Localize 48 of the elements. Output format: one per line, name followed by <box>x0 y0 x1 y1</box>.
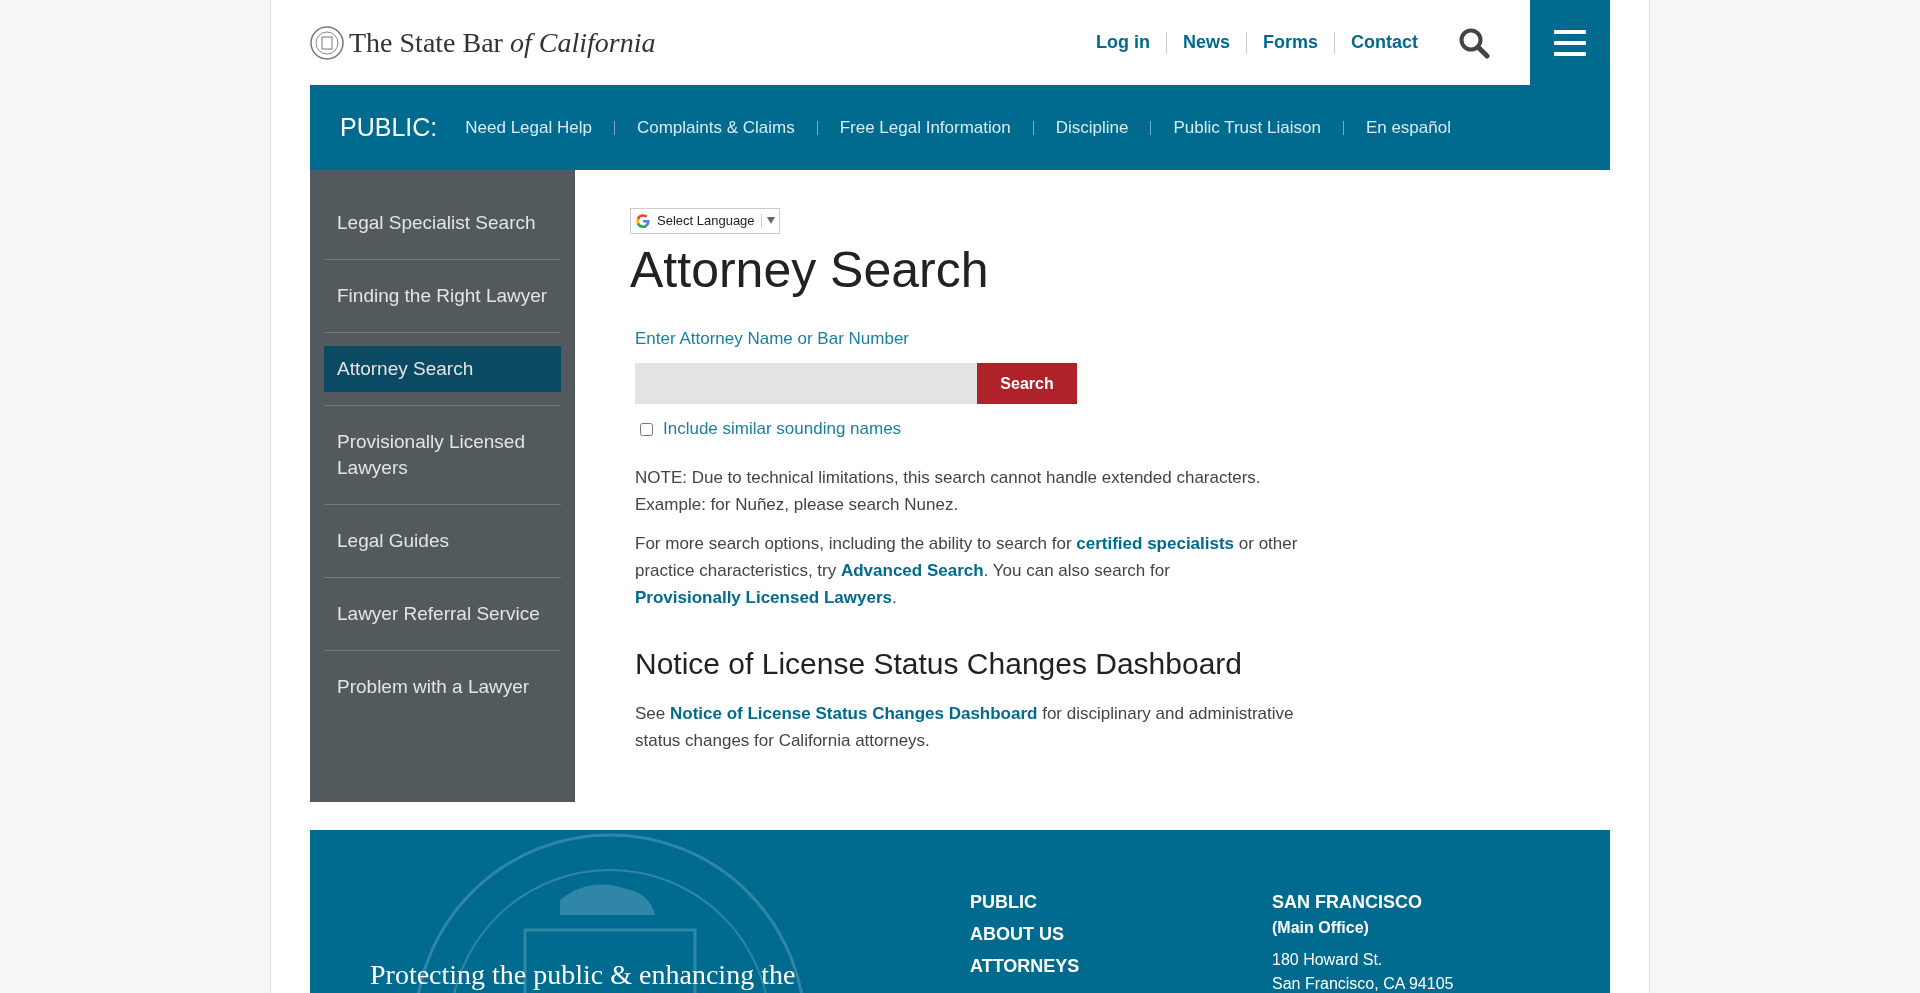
text-link[interactable]: certified specialists <box>1076 533 1235 553</box>
dropdown-caret-icon <box>766 217 775 225</box>
category-link[interactable]: Need Legal Help <box>465 114 592 141</box>
sidebar-item[interactable]: Attorney Search <box>324 346 561 392</box>
category-link[interactable]: Complaints & Claims <box>636 114 795 141</box>
footer-tagline: Protecting the public & enhancing the <box>370 959 796 991</box>
footer-link[interactable]: ABOUT US <box>970 924 1272 944</box>
category-link[interactable]: En español <box>1365 114 1451 141</box>
category-link[interactable]: Free Legal Information <box>839 114 1011 141</box>
menu-icon <box>1554 29 1586 56</box>
language-selector[interactable]: Select Language <box>630 208 780 234</box>
text-link[interactable]: Notice of License Status Changes Dashboard <box>670 703 1038 723</box>
category-link[interactable]: Public Trust Liaison <box>1173 114 1321 141</box>
google-icon <box>635 212 651 229</box>
footer-link[interactable]: PUBLIC <box>970 892 1272 912</box>
sidebar-item[interactable]: Problem with a Lawyer <box>324 664 561 710</box>
office-city: SAN FRANCISCO <box>1272 892 1423 912</box>
text-link[interactable]: Advanced Search <box>840 560 984 580</box>
footer-link[interactable]: ATTORNEYS <box>970 956 1272 976</box>
search-icon[interactable] <box>1458 26 1490 59</box>
office-address: San Francisco, CA 94105 <box>1272 974 1454 993</box>
text-link[interactable]: Provisionally Licensed Lawyers <box>635 587 892 607</box>
sidebar-item[interactable]: Lawyer Referral Service <box>324 591 561 637</box>
sidebar-item[interactable]: Legal Specialist Search <box>324 200 561 246</box>
section-heading: Notice of License Status Changes Dashboard <box>635 645 1244 682</box>
search-field[interactable] <box>635 363 977 405</box>
category-link[interactable]: Discipline <box>1055 114 1129 141</box>
page-title: Attorney Search <box>630 240 990 300</box>
search-label: Enter Attorney Name or Bar Number <box>635 327 910 350</box>
menu-button[interactable] <box>1530 0 1610 85</box>
sidebar-item[interactable]: Legal Guides <box>324 518 561 564</box>
search-button[interactable]: Search <box>977 363 1077 405</box>
public-label: PUBLIC: <box>340 111 438 143</box>
office-address: 180 Howard St. <box>1272 950 1384 970</box>
checkbox-label[interactable]: Include similar sounding names <box>663 416 902 442</box>
sidebar-item[interactable]: Finding the Right Lawyer <box>324 273 561 319</box>
paragraph: For more search options, including the ability to search for certified specialists or other practice characteristics, try Advanced Search. You can also search for Provisionally Licensed Lawyers. <box>635 532 1299 609</box>
checkbox[interactable] <box>640 422 653 436</box>
seal-icon <box>310 25 344 60</box>
paragraph: See Notice of License Status Changes Dashboard for disciplinary and administrative status changes for California attorneys. <box>635 702 1295 752</box>
sidebar-item[interactable]: Provisionally Licensed Lawyers <box>324 419 561 491</box>
nav-link[interactable]: Log in <box>1095 29 1150 56</box>
paragraph: NOTE: Due to technical limitations, this search cannot handle extended characters. Example: for Nuñez, please search Nunez. <box>635 466 1262 516</box>
site-logo[interactable]: The State Bar of California <box>349 21 656 64</box>
nav-link[interactable]: News <box>1182 29 1230 56</box>
nav-link[interactable]: Forms <box>1263 29 1318 56</box>
nav-link[interactable]: Contact <box>1351 29 1418 56</box>
office-subtitle: (Main Office) <box>1272 918 1370 938</box>
